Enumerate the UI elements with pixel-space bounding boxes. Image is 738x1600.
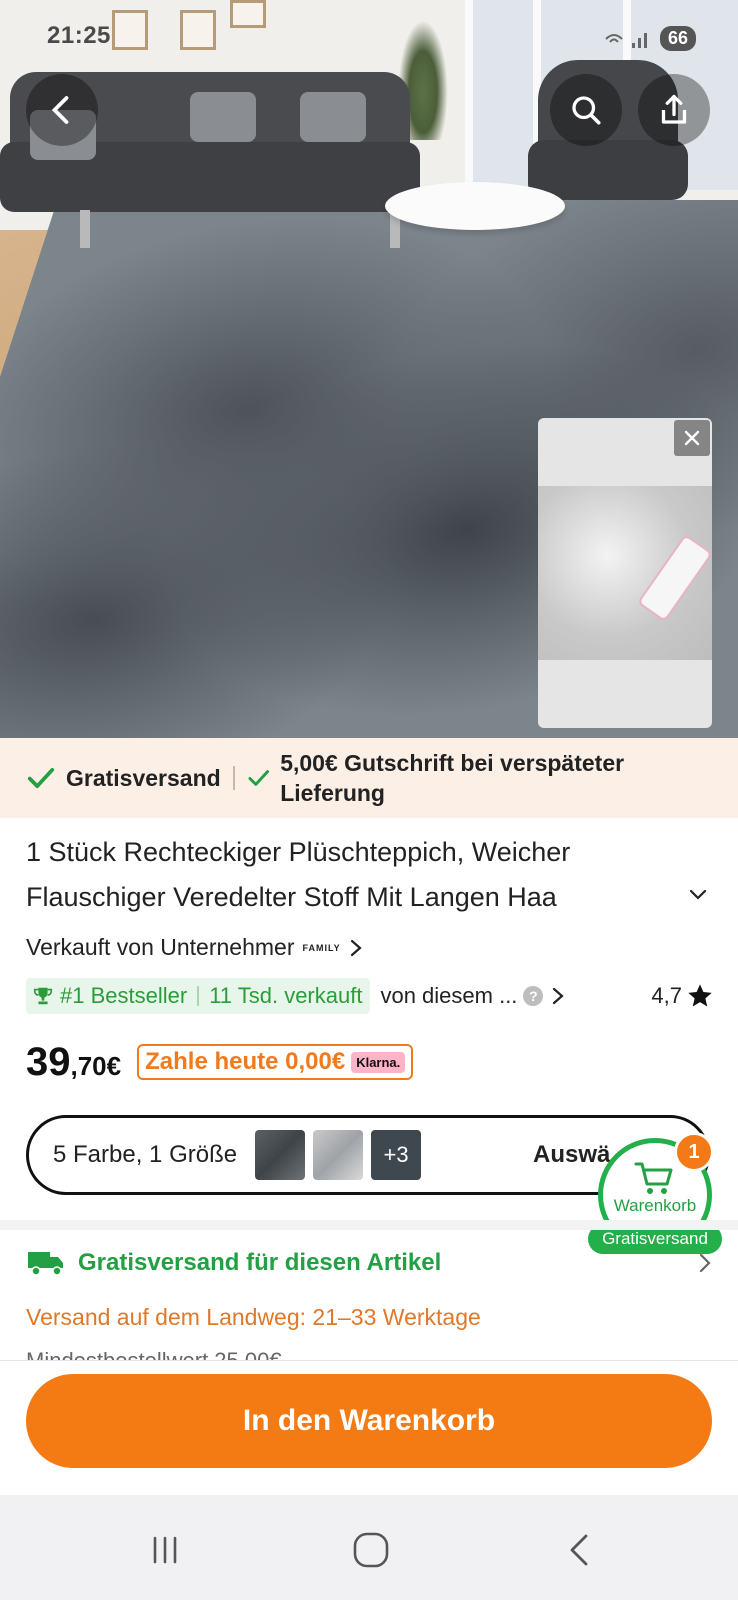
chevron-right-icon [350,939,362,956]
video-close-button[interactable] [674,420,710,456]
back-icon [51,96,69,124]
bestseller-category: von diesem ... [380,983,518,1008]
truck-icon [28,1252,63,1276]
rating-value: 4,7 [651,983,682,1008]
seller-label: Verkauft von Unternehmer [26,934,295,960]
cart-count-badge: 1 [674,1132,714,1172]
scene-picture-frame [112,10,148,50]
status-time: 21:25 [47,22,111,49]
search-icon [572,96,601,125]
klarna-pay-today: Zahle heute 0,00€ [145,1048,346,1075]
signal-icon [605,32,647,48]
battery-indicator: 66 [659,26,696,51]
variant-more-count: +3 [371,1130,422,1180]
variant-summary: 5 Farbe, 1 Größe [53,1141,238,1168]
search-button[interactable] [550,74,622,146]
home-button[interactable] [346,1525,396,1575]
share-icon [661,94,687,124]
benefit-credit-label: 5,00€ Gutschrift bei verspäteter Lieferu… [280,750,625,806]
product-title: 1 Stück Rechteckiger Plüschteppich, Weic… [26,837,571,912]
bestseller-rank: #1 Bestseller [60,983,188,1008]
recent-apps-button[interactable] [140,1525,190,1575]
check-icon [248,770,269,786]
video-preview[interactable] [538,418,712,728]
back-button[interactable] [26,74,98,146]
seller-link[interactable]: Verkauft von Unternehmer FAMILY [26,934,363,961]
trophy-icon [33,987,53,1005]
land-shipping-time: Versand auf dem Landweg: 21–33 Werktage [26,1304,481,1330]
scene-picture-frame [230,0,266,28]
add-to-cart-button[interactable]: In den Warenkorb [26,1374,712,1468]
price-row: 39 ,70€ Zahle heute 0,00€ Klarna. [26,1040,414,1086]
scene-coffee-table [385,182,565,230]
section-divider [0,1220,738,1230]
chevron-down-icon [689,889,707,900]
chevron-right-icon [699,1253,711,1273]
klarna-offer[interactable]: Zahle heute 0,00€ Klarna. [137,1044,414,1080]
share-button[interactable] [638,74,710,146]
cart-label: Warenkorb [613,1196,697,1215]
chevron-right-icon [553,987,565,1005]
seller-logo: FAMILY [302,942,341,953]
benefits-banner: Gratisversand 5,00€ Gutschrift bei versp… [0,738,738,818]
bestseller-row[interactable]: #1 Bestseller 11 Tsd. verkauft von diese… [26,978,714,1014]
recent-apps-icon [153,1536,177,1564]
sold-count: 11 Tsd. verkauft [209,983,363,1008]
question-icon[interactable]: ? [523,986,544,1006]
status-system-icons: 66 [604,26,696,51]
shipping-info-row[interactable]: Gratisversand für diesen Artikel [26,1248,712,1278]
cart-icon [634,1162,673,1194]
benefit-free-shipping-label: Gratisversand [66,764,221,791]
nav-back-button[interactable] [554,1525,604,1575]
variant-thumbnail [313,1130,364,1180]
scene-picture-frame [180,10,216,50]
price-cents: ,70€ [70,1051,122,1081]
variant-thumbnail [255,1130,306,1180]
nav-back-icon [570,1534,588,1566]
bestseller-badge: #1 Bestseller 11 Tsd. verkauft [26,978,371,1014]
benefit-credit: 5,00€ Gutschrift bei verspäteter Lieferu… [247,748,637,808]
system-navigation-bar [0,1495,738,1600]
home-icon [353,1532,389,1568]
star-icon [688,984,712,1007]
close-icon [684,430,700,446]
price-main: 39 [26,1040,71,1084]
check-icon [27,768,55,788]
product-rating[interactable]: 4,7 [651,982,714,1010]
expand-title-button[interactable] [686,882,710,911]
benefit-divider [232,766,235,790]
free-shipping-title: Gratisversand für diesen Artikel [78,1249,442,1276]
benefit-free-shipping: Gratisversand [26,763,221,793]
bestseller-divider [197,986,200,1006]
klarna-logo: Klarna. [351,1051,406,1073]
floating-cart-button[interactable]: Warenkorb Gratisversand 1 [588,1132,722,1254]
